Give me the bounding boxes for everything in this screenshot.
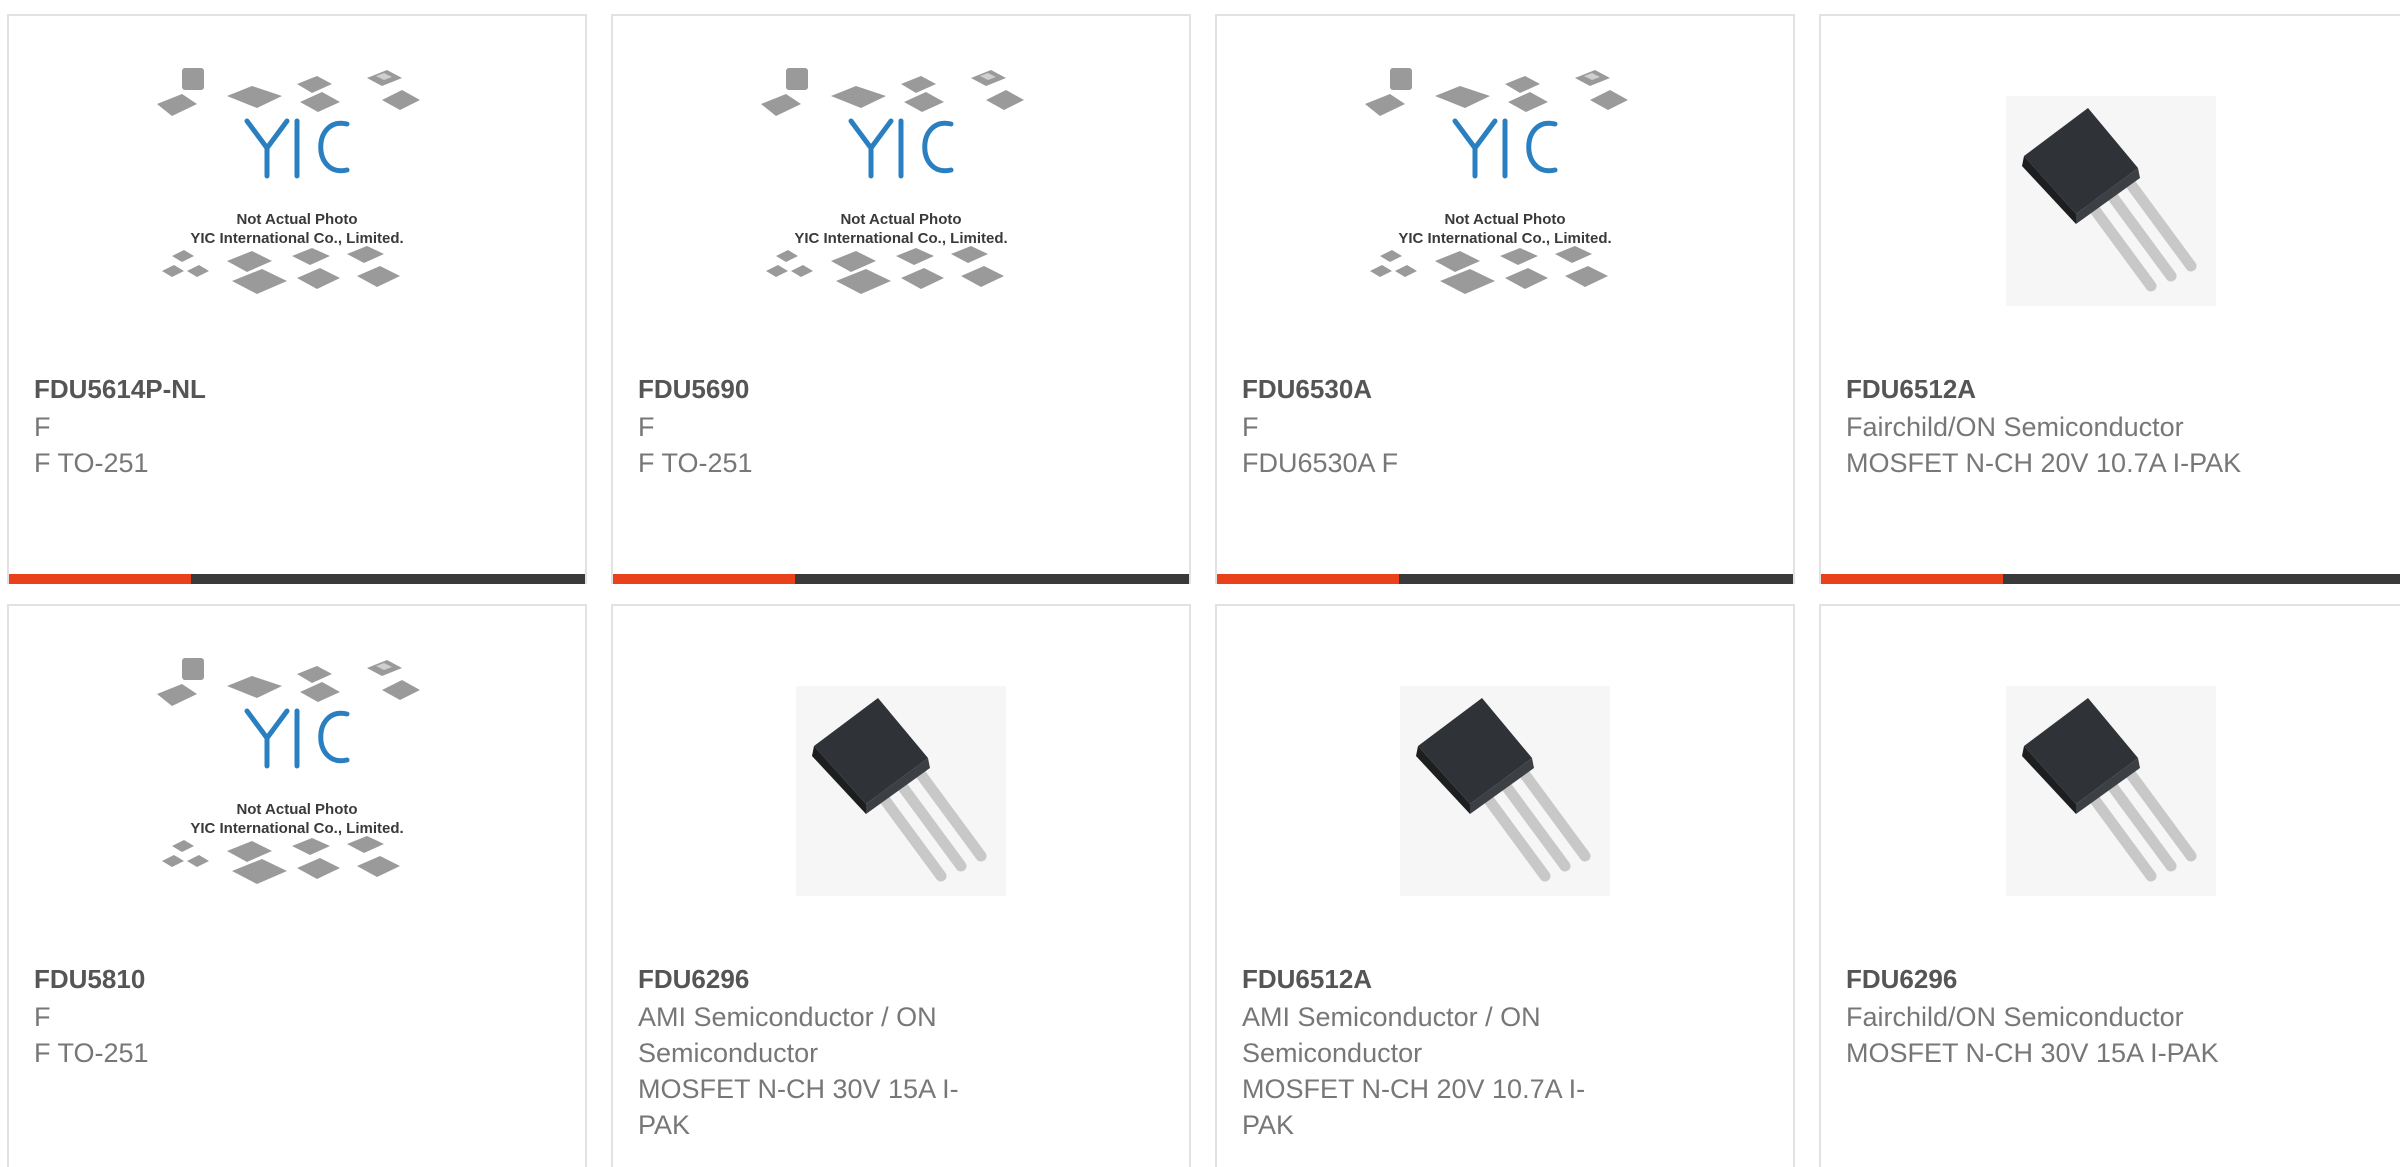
caption-line1: Not Actual Photo <box>840 211 961 228</box>
description: MOSFET N-CH 30V 15A I-PAK <box>1846 1038 2219 1068</box>
manufacturer-block: F F TO-251 <box>34 999 394 1071</box>
description: F TO-251 <box>34 1038 149 1068</box>
part-number[interactable]: FDU6512A <box>1242 961 1772 997</box>
product-grid: Not Actual Photo YIC International Co., … <box>0 0 2400 1167</box>
caption-line2: YIC International Co., Limited. <box>1398 230 1611 247</box>
manufacturer: F <box>34 412 51 442</box>
product-card[interactable]: FDU6296 Fairchild/ON Semiconductor MOSFE… <box>1819 604 2400 1167</box>
accent-stripe <box>613 574 795 584</box>
accent-stripe <box>1217 574 1399 584</box>
manufacturer-block: AMI Semiconductor / ON Semiconductor MOS… <box>638 999 998 1143</box>
manufacturer-block: F F TO-251 <box>638 409 998 481</box>
product-card[interactable]: FDU6512A AMI Semiconductor / ON Semicond… <box>1215 604 1795 1167</box>
description: F TO-251 <box>638 448 753 478</box>
card-footer-bar <box>1821 574 2400 584</box>
manufacturer-block: Fairchild/ON Semiconductor MOSFET N-CH 3… <box>1846 999 2366 1071</box>
card-footer-bar <box>9 574 585 584</box>
manufacturer-block: AMI Semiconductor / ON Semiconductor MOS… <box>1242 999 1602 1143</box>
card-footer-bar <box>1217 574 1793 584</box>
part-number[interactable]: FDU5614P-NL <box>34 371 564 407</box>
manufacturer: Fairchild/ON Semiconductor <box>1846 1002 2184 1032</box>
ipak-transistor-photo <box>1966 66 2256 306</box>
product-card[interactable]: Not Actual Photo YIC International Co., … <box>7 604 587 1167</box>
part-number[interactable]: FDU5690 <box>638 371 1168 407</box>
manufacturer: F <box>34 1002 51 1032</box>
card-footer-bar <box>613 574 1189 584</box>
description: MOSFET N-CH 20V 10.7A I-PAK <box>1242 1074 1586 1140</box>
placeholder-photo: Not Actual Photo YIC International Co., … <box>1360 66 1650 306</box>
product-card[interactable]: FDU6512A Fairchild/ON Semiconductor MOSF… <box>1819 14 2400 584</box>
placeholder-photo: Not Actual Photo YIC International Co., … <box>152 66 442 306</box>
manufacturer-block: F FDU6530A F <box>1242 409 1602 481</box>
manufacturer-block: Fairchild/ON Semiconductor MOSFET N-CH 2… <box>1846 409 2366 481</box>
part-number[interactable]: FDU6296 <box>638 961 1168 997</box>
caption-line2: YIC International Co., Limited. <box>794 230 1007 247</box>
manufacturer: AMI Semiconductor / ON Semiconductor <box>638 1002 937 1068</box>
accent-stripe <box>1821 574 2003 584</box>
placeholder-photo: Not Actual Photo YIC International Co., … <box>152 656 442 896</box>
manufacturer: F <box>638 412 655 442</box>
manufacturer-block: F F TO-251 <box>34 409 394 481</box>
description: MOSFET N-CH 30V 15A I-PAK <box>638 1074 959 1140</box>
description: F TO-251 <box>34 448 149 478</box>
product-card[interactable]: Not Actual Photo YIC International Co., … <box>1215 14 1795 584</box>
caption-line2: YIC International Co., Limited. <box>190 820 403 837</box>
placeholder-photo: Not Actual Photo YIC International Co., … <box>756 66 1046 306</box>
description: FDU6530A F <box>1242 448 1399 478</box>
part-number[interactable]: FDU5810 <box>34 961 564 997</box>
caption-line1: Not Actual Photo <box>236 211 357 228</box>
ipak-transistor-photo <box>1966 656 2256 896</box>
part-number[interactable]: FDU6296 <box>1846 961 2376 997</box>
product-card[interactable]: FDU6296 AMI Semiconductor / ON Semicondu… <box>611 604 1191 1167</box>
product-card[interactable]: Not Actual Photo YIC International Co., … <box>7 14 587 584</box>
description: MOSFET N-CH 20V 10.7A I-PAK <box>1846 448 2242 478</box>
accent-stripe <box>9 574 191 584</box>
manufacturer: Fairchild/ON Semiconductor <box>1846 412 2184 442</box>
ipak-transistor-photo <box>756 656 1046 896</box>
manufacturer: AMI Semiconductor / ON Semiconductor <box>1242 1002 1541 1068</box>
part-number[interactable]: FDU6530A <box>1242 371 1772 407</box>
manufacturer: F <box>1242 412 1259 442</box>
caption-line1: Not Actual Photo <box>236 801 357 818</box>
ipak-transistor-photo <box>1360 656 1650 896</box>
product-card[interactable]: Not Actual Photo YIC International Co., … <box>611 14 1191 584</box>
caption-line1: Not Actual Photo <box>1444 211 1565 228</box>
part-number[interactable]: FDU6512A <box>1846 371 2376 407</box>
caption-line2: YIC International Co., Limited. <box>190 230 403 247</box>
